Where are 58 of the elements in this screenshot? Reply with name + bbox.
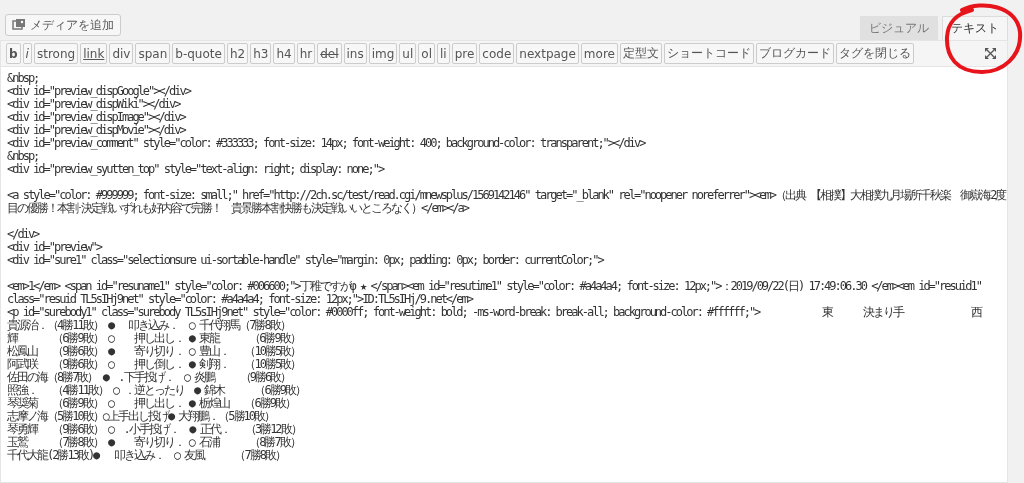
code-line: </div> — [7, 228, 39, 241]
quicktag-button[interactable]: ul — [399, 43, 417, 64]
quicktag-button[interactable]: h2 — [226, 43, 249, 64]
code-line: 輝 （6勝9敗） ○ 押し出し． ● 東龍 （6勝9敗） — [7, 332, 300, 345]
code-line: 千代大龍(2勝13敗)● 叩き込み． ○ 友風 （7勝8敗） — [7, 449, 285, 462]
code-line: <div id="preview_dispImage"></div> — [7, 111, 185, 124]
editor-tab[interactable]: ビジュアル — [860, 16, 938, 40]
quicktag-button[interactable]: link — [80, 43, 108, 64]
quicktag-button[interactable]: ブログカード — [755, 43, 834, 64]
code-line: 志摩ノ海（5勝10敗）○上手出し投げ● 大翔鵬．（5勝10敗） — [7, 410, 275, 423]
code-line: <div id="preview_dispMovie"></div> — [7, 124, 185, 137]
code-line: &nbsp; — [7, 72, 39, 85]
quicktag-button[interactable]: more — [580, 43, 618, 64]
quicktag-button[interactable]: 定型文 — [619, 43, 662, 64]
code-editor[interactable] — [0, 66, 1008, 483]
add-media-button[interactable]: メディアを追加 — [5, 14, 121, 36]
quicktag-button[interactable]: div — [109, 43, 134, 64]
code-line: 玉鷲 （7勝8敗） ● 寄り切り． ○ 石浦 （8勝7敗） — [7, 436, 300, 449]
quicktag-button[interactable]: hr — [296, 43, 316, 64]
quicktag-button[interactable]: ol — [418, 43, 435, 64]
code-line: <div id="preview_comment" style="color: #333333; font-size: 14px; font-weight: 400; background-color: transparent;"></div> — [7, 137, 645, 150]
quicktag-button[interactable]: ins — [343, 43, 367, 64]
quicktag-button[interactable]: i — [22, 43, 32, 64]
code-line: <div id="preview_dispWiki"></div> — [7, 98, 180, 111]
quicktag-button[interactable]: del — [317, 43, 342, 64]
code-line: <em>1</em> <span id="resuname1" style="color: #006600;">丁稚ですがφ ★ </span><em id="resutime1" style="color: #a4a4a4; font-size: 12px;">：2019/09/22(日) 17:49:06.30 </em><em id="resuid1" — [7, 280, 981, 293]
code-line: <p id="surebody1" class="surebody TL5sIHj9net" style="color: #0000ff; font-weight: bold; -ms-word-break: break-all; background-color: #ffffff;"> 東 決まり手 西 — [7, 306, 982, 319]
code-line: <div id="sure1" class="selectionsure ui-sortable-handle" style="margin: 0px; padding: 0px; border: currentColor;"> — [7, 254, 603, 267]
code-line: 阿武咲 （9勝6敗） ○ 押し倒し． ● 剣翔． （10勝5敗） — [7, 358, 301, 371]
code-line: <div id="preview_dispGoogle"></div> — [7, 85, 190, 98]
quicktag-button[interactable]: ショートコード — [663, 43, 754, 64]
code-line: 松鳳山 （9勝6敗） ● 寄り切り． ○ 豊山． （10勝5敗） — [7, 345, 301, 358]
quicktag-button[interactable]: span — [135, 43, 171, 64]
code-line: 琴勇輝 （9勝6敗） ○ .小手投げ． ● 正代． （3勝12敗） — [7, 423, 301, 436]
code-line: class="resuid TL5sIHj9net" style="color: #a4a4a4; font-size: 12px;">ID:TL5sIHj/9.net</em> — [7, 293, 472, 306]
quicktag-button[interactable]: b-quote — [172, 43, 225, 64]
code-line: 貴源治．（4勝11敗） ● 叩き込み． ○ 千代翔馬（7勝8敗） — [7, 319, 290, 332]
code-line: 佐田の海（8勝7敗） ● .下手投げ． ○ 炎鵬 （9勝6敗） — [7, 371, 291, 384]
quicktag-button[interactable]: strong — [33, 43, 79, 64]
quicktag-button[interactable]: h3 — [250, 43, 272, 64]
media-icon — [12, 19, 26, 31]
code-line: &nbsp; — [7, 150, 39, 163]
quicktag-button[interactable]: li — [437, 43, 450, 64]
code-line: <div id="preview_syutten_top" style="text-align: right; display: none;"> — [7, 163, 384, 176]
quicktag-button[interactable]: nextpage — [516, 43, 579, 64]
quicktag-button[interactable]: h4 — [273, 43, 295, 64]
code-line: 目の優勝！本割･決定戦いずれも好内容で完勝！ 貴景勝本割快勝も決定戦いいところなく）</em></a> — [7, 202, 469, 215]
editor-tab[interactable]: テキスト — [942, 16, 1008, 40]
code-line: <a style="color: #999999; font-size: small;" href="http://2ch.sc/test/read.cgi/mnewsplus/1569142146" target="_blank" rel="noopener noreferrer"><em>（出典 【相撲】大相撲九月場所千秋楽 御嶽海2度 — [7, 189, 1006, 202]
quicktag-button[interactable]: b — [6, 43, 21, 64]
fullscreen-icon[interactable] — [985, 48, 996, 59]
code-line: 琴奨菊 （6勝9敗） ○ 押し出し． ● 栃煌山 （6勝9敗） — [7, 397, 295, 410]
quicktag-button[interactable]: pre — [451, 43, 478, 64]
quicktag-button[interactable]: code — [479, 43, 515, 64]
quicktag-button[interactable]: タグを閉じる — [835, 43, 914, 64]
code-line: <div id="preview"> — [7, 241, 102, 254]
code-line: 照強． （4勝11敗） ○ ．逆とったり ● 錦木 （6勝9敗） — [7, 384, 305, 397]
quicktag-button[interactable]: img — [368, 43, 398, 64]
